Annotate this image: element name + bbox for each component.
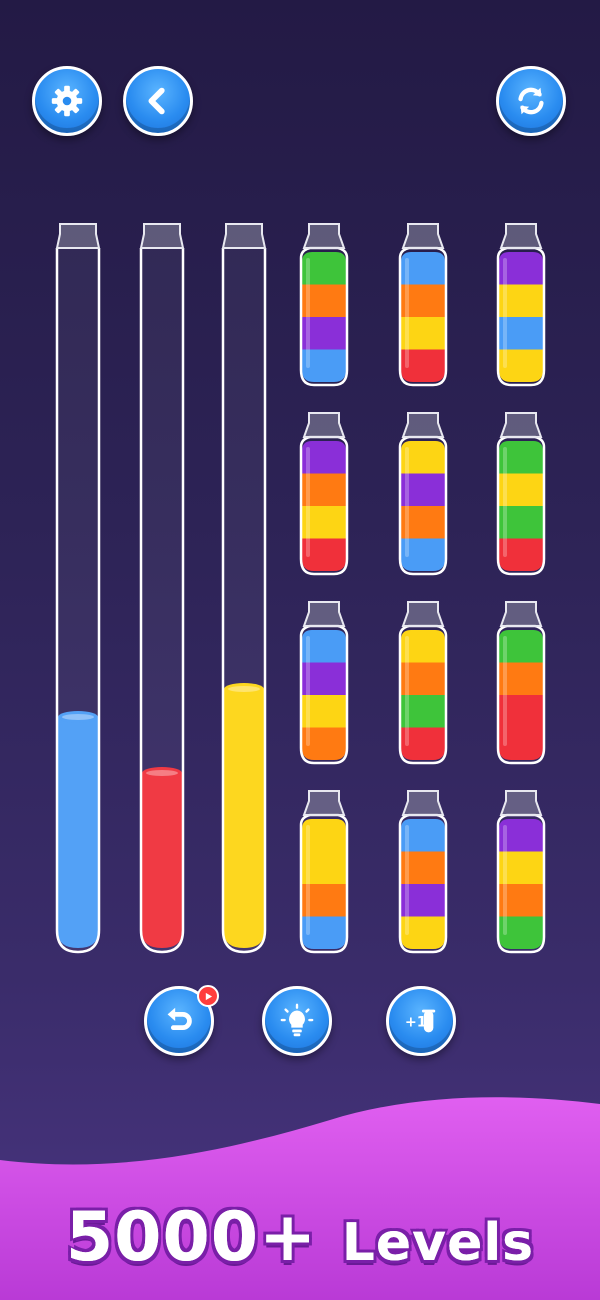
bottle[interactable] bbox=[397, 600, 449, 765]
bottle[interactable] bbox=[397, 789, 449, 954]
tall-tube[interactable] bbox=[138, 222, 186, 954]
bottle-neck bbox=[499, 790, 543, 816]
tube-neck bbox=[139, 223, 185, 249]
levels-word: Levels bbox=[341, 1213, 535, 1273]
refresh-icon bbox=[518, 87, 544, 115]
tube-glass bbox=[139, 248, 185, 954]
add-tube-label: +1 bbox=[405, 1015, 427, 1031]
bottle[interactable] bbox=[298, 222, 350, 387]
bottle[interactable] bbox=[298, 789, 350, 954]
tall-tube[interactable] bbox=[220, 222, 268, 954]
settings-button[interactable] bbox=[32, 66, 102, 136]
bottle[interactable] bbox=[495, 411, 547, 576]
add-tube-button[interactable]: +1 bbox=[386, 986, 456, 1056]
bottle-neck bbox=[302, 601, 346, 627]
bottle[interactable] bbox=[397, 222, 449, 387]
bottle-neck bbox=[401, 412, 445, 438]
play-video-icon bbox=[205, 992, 212, 1000]
glass-highlight bbox=[503, 258, 507, 368]
bottle[interactable] bbox=[397, 411, 449, 576]
bottle[interactable] bbox=[495, 222, 547, 387]
bottle[interactable] bbox=[298, 600, 350, 765]
glass-highlight bbox=[306, 258, 310, 368]
bottle-neck bbox=[401, 790, 445, 816]
tube-neck bbox=[221, 223, 267, 249]
level-count: 5000+ bbox=[65, 1198, 318, 1277]
tube-glass bbox=[221, 248, 267, 954]
chevron-left-icon bbox=[148, 87, 165, 115]
bottle[interactable] bbox=[298, 411, 350, 576]
glass-highlight bbox=[405, 825, 409, 935]
glass-highlight bbox=[503, 825, 507, 935]
bottle[interactable] bbox=[495, 789, 547, 954]
lightbulb-icon bbox=[280, 1003, 314, 1037]
glass-highlight bbox=[405, 258, 409, 368]
bottle-neck bbox=[302, 790, 346, 816]
glass-highlight bbox=[503, 447, 507, 557]
back-button[interactable] bbox=[123, 66, 193, 136]
glass-highlight bbox=[306, 636, 310, 746]
add-tube-icon: +1 bbox=[405, 1009, 436, 1033]
glass-highlight bbox=[405, 636, 409, 746]
bottle-neck bbox=[499, 601, 543, 627]
glass-highlight bbox=[405, 447, 409, 557]
video-badge bbox=[197, 985, 219, 1007]
bottle-neck bbox=[499, 412, 543, 438]
restart-button[interactable] bbox=[496, 66, 566, 136]
bottle-neck bbox=[401, 223, 445, 249]
tube-neck bbox=[55, 223, 101, 249]
glass-highlight bbox=[503, 636, 507, 746]
gear-icon bbox=[51, 85, 83, 117]
glass-highlight bbox=[306, 447, 310, 557]
glass-highlight bbox=[306, 825, 310, 935]
tube-glass bbox=[55, 248, 101, 954]
bottle-neck bbox=[499, 223, 543, 249]
hint-button[interactable] bbox=[262, 986, 332, 1056]
bottle[interactable] bbox=[495, 600, 547, 765]
undo-icon bbox=[167, 1007, 192, 1031]
bottle-neck bbox=[302, 223, 346, 249]
levels-banner: 5000+ Levels bbox=[0, 1198, 600, 1277]
tall-tube[interactable] bbox=[54, 222, 102, 954]
undo-button[interactable] bbox=[144, 985, 219, 1056]
bottle-neck bbox=[401, 601, 445, 627]
bottle-neck bbox=[302, 412, 346, 438]
